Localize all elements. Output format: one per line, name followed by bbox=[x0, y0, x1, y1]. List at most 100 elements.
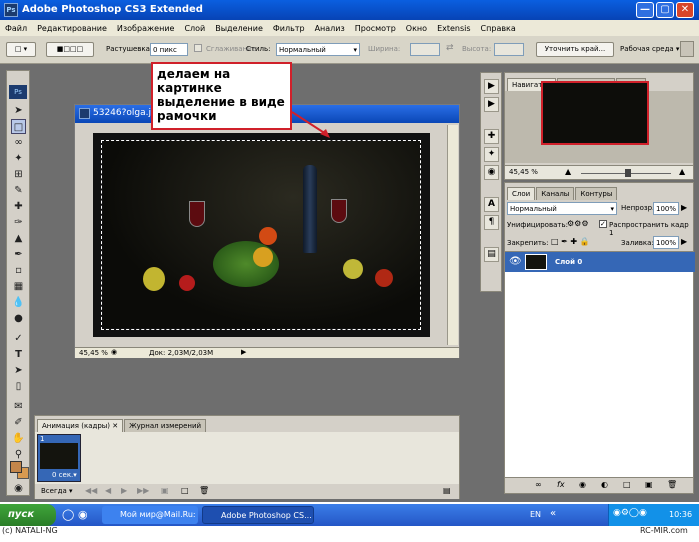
brushes-icon[interactable]: ✦ bbox=[484, 147, 499, 162]
vertical-scrollbar[interactable] bbox=[447, 125, 458, 345]
width-input[interactable] bbox=[410, 43, 440, 56]
hand-tool-icon[interactable]: ✋ bbox=[11, 431, 26, 446]
tool-presets-icon[interactable]: ✚ bbox=[484, 129, 499, 144]
selection-mode-buttons[interactable]: ■□□□ bbox=[46, 42, 94, 57]
play-icon[interactable]: ▶ bbox=[121, 486, 127, 495]
timeline-toggle-icon[interactable]: ▤ bbox=[443, 486, 451, 495]
eye-icon[interactable]: 👁 bbox=[509, 256, 522, 267]
new-layer-icon[interactable]: ▣ bbox=[645, 480, 653, 489]
history-panel-icon[interactable]: ▶ bbox=[484, 79, 499, 94]
marquee-selection[interactable] bbox=[101, 140, 421, 330]
workspace-menu[interactable]: Рабочая среда ▾ bbox=[620, 45, 679, 53]
actions-panel-icon[interactable]: ▶ bbox=[484, 97, 499, 112]
task-mail[interactable]: Мой мир@Mail.Ru: M... bbox=[102, 506, 198, 537]
style-select[interactable]: Нормальный ▾ bbox=[276, 43, 360, 56]
antialias-checkbox[interactable] bbox=[194, 44, 202, 52]
menu-help[interactable]: Справка bbox=[476, 24, 521, 33]
start-button[interactable]: пуск bbox=[0, 504, 56, 526]
menu-filter[interactable]: Фильтр bbox=[268, 24, 310, 33]
zoom-tool-icon[interactable]: ⚲ bbox=[11, 447, 26, 462]
navigator-zoom-value[interactable]: 45,45 % bbox=[509, 168, 538, 176]
history-brush-tool-icon[interactable]: ✒ bbox=[11, 247, 26, 262]
layer-mask-icon[interactable]: ◉ bbox=[579, 480, 586, 489]
opacity-arrow-icon[interactable]: ▶ bbox=[681, 203, 687, 212]
next-frame-icon[interactable]: ▶▶ bbox=[137, 486, 149, 495]
language-indicator[interactable]: EN bbox=[530, 510, 541, 519]
paragraph-panel-icon[interactable]: ¶ bbox=[484, 215, 499, 230]
clone-stamp-tool-icon[interactable]: ▲ bbox=[11, 231, 26, 246]
eraser-tool-icon[interactable]: ▫ bbox=[11, 263, 26, 278]
clone-source-icon[interactable]: ◉ bbox=[484, 165, 499, 180]
prev-frame-icon[interactable]: ◀ bbox=[105, 486, 111, 495]
status-arrow-icon[interactable]: ▶ bbox=[241, 348, 246, 356]
tool-preset-picker[interactable]: □ ▾ bbox=[6, 42, 36, 57]
lock-icons[interactable]: □ ✒ ✚ 🔒 bbox=[551, 237, 590, 246]
type-tool-icon[interactable]: T bbox=[11, 347, 26, 362]
frame-delay[interactable]: 0 сек.▾ bbox=[52, 471, 77, 479]
link-layers-icon[interactable]: ∞ bbox=[535, 480, 542, 489]
menu-view[interactable]: Просмотр bbox=[350, 24, 401, 33]
layer-name[interactable]: Слой 0 bbox=[555, 258, 582, 266]
fill-arrow-icon[interactable]: ▶ bbox=[681, 237, 687, 246]
brush-tool-icon[interactable]: ✑ bbox=[11, 215, 26, 230]
first-frame-icon[interactable]: ◀◀ bbox=[85, 486, 97, 495]
navigator-preview[interactable] bbox=[541, 81, 649, 145]
menu-edit[interactable]: Редактирование bbox=[32, 24, 112, 33]
blur-tool-icon[interactable]: 💧 bbox=[11, 295, 26, 310]
quicklaunch-browser-icon[interactable]: ◉ bbox=[78, 508, 88, 521]
zoom-in-icon[interactable]: ▲ bbox=[679, 167, 685, 176]
move-tool-icon[interactable]: ➤ bbox=[11, 103, 26, 118]
menu-select[interactable]: Выделение bbox=[210, 24, 268, 33]
frame-1[interactable]: 1 0 сек.▾ bbox=[37, 434, 81, 482]
foreground-color-swatch[interactable] bbox=[10, 461, 22, 473]
adjustment-layer-icon[interactable]: ◐ bbox=[601, 480, 608, 489]
path-selection-tool-icon[interactable]: ➤ bbox=[11, 363, 26, 378]
task-photoshop[interactable]: Adobe Photoshop CS... bbox=[202, 506, 314, 524]
close-button[interactable]: ✕ bbox=[676, 2, 694, 18]
fill-input[interactable]: 100% bbox=[653, 236, 679, 249]
quick-mask-icon[interactable]: ◉ bbox=[11, 481, 26, 496]
crop-tool-icon[interactable]: ⊞ bbox=[11, 167, 26, 182]
quicklaunch-opera-icon[interactable]: ◯ bbox=[62, 508, 74, 521]
maximize-button[interactable]: ▢ bbox=[656, 2, 674, 18]
tab-paths[interactable]: Контуры bbox=[575, 187, 618, 200]
dodge-tool-icon[interactable]: ● bbox=[11, 311, 26, 326]
lasso-tool-icon[interactable]: ∞ bbox=[11, 135, 26, 150]
eyedropper-tool-icon[interactable]: ✐ bbox=[11, 415, 26, 430]
layer-style-icon[interactable]: fx bbox=[557, 480, 565, 489]
tab-layers[interactable]: Слои bbox=[507, 187, 536, 200]
status-menu-icon[interactable]: ◉ bbox=[111, 348, 117, 356]
unify-icons[interactable]: ⚙⚙⚙ bbox=[567, 219, 589, 228]
delete-frame-icon[interactable]: 🗑 bbox=[199, 486, 209, 495]
propagate-checkbox[interactable]: ✓ bbox=[599, 220, 607, 228]
height-input[interactable] bbox=[494, 43, 524, 56]
swap-icon[interactable]: ⇄ bbox=[446, 43, 454, 53]
tab-measurement-log[interactable]: Журнал измерений bbox=[124, 419, 207, 432]
tray-icons[interactable]: ◉⚙◯◉ bbox=[613, 508, 647, 518]
menu-window[interactable]: Окно bbox=[401, 24, 432, 33]
tab-channels[interactable]: Каналы bbox=[536, 187, 575, 200]
layer-row[interactable]: 👁 Слой 0 bbox=[505, 252, 695, 272]
refine-edge-button[interactable]: Уточнить край... bbox=[536, 42, 614, 57]
notes-tool-icon[interactable]: ✉ bbox=[11, 399, 26, 414]
blend-mode-select[interactable]: Нормальный ▾ bbox=[507, 202, 617, 215]
marquee-tool-icon[interactable]: □ bbox=[11, 119, 26, 134]
character-panel-icon[interactable]: A bbox=[484, 197, 499, 212]
feather-input[interactable]: 0 пикс bbox=[150, 43, 188, 56]
zoom-slider-thumb[interactable] bbox=[625, 169, 631, 177]
healing-brush-tool-icon[interactable]: ✚ bbox=[11, 199, 26, 214]
menu-file[interactable]: Файл bbox=[0, 24, 32, 33]
gradient-tool-icon[interactable]: ▦ bbox=[11, 279, 26, 294]
trash-icon[interactable]: 🗑 bbox=[667, 480, 677, 489]
menu-layer[interactable]: Слой bbox=[179, 24, 210, 33]
image-canvas[interactable] bbox=[93, 133, 430, 337]
menu-extensis[interactable]: Extensis bbox=[432, 24, 475, 33]
minimize-button[interactable]: — bbox=[636, 2, 654, 18]
menu-image[interactable]: Изображение bbox=[112, 24, 180, 33]
new-frame-icon[interactable]: □ bbox=[181, 486, 189, 495]
pen-tool-icon[interactable]: ✓ bbox=[11, 331, 26, 346]
new-group-icon[interactable]: □ bbox=[623, 480, 631, 489]
layer-comps-icon[interactable]: ▤ bbox=[484, 247, 499, 262]
tween-icon[interactable]: ▣ bbox=[161, 486, 169, 495]
shape-tool-icon[interactable]: ▯ bbox=[11, 379, 26, 394]
